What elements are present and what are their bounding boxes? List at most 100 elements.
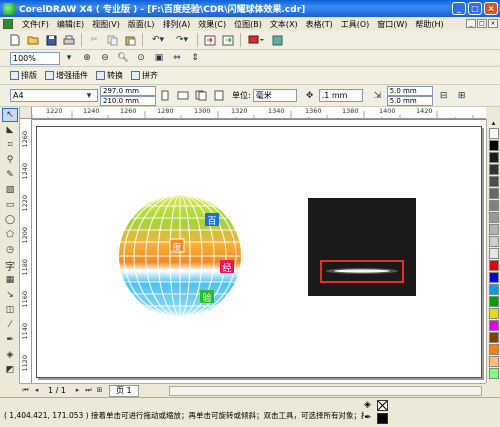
document-icon[interactable] <box>3 19 13 29</box>
pick-tool-icon[interactable]: ↖ <box>2 108 18 122</box>
all-pages-icon[interactable] <box>194 89 208 103</box>
polygon-tool-icon[interactable]: ⬠ <box>2 228 18 242</box>
color-swatch[interactable] <box>489 272 499 283</box>
ruler-origin[interactable] <box>20 107 32 119</box>
table-tool-icon[interactable]: ▦ <box>2 273 18 287</box>
doc-restore-button[interactable]: □ <box>477 19 487 28</box>
zoom-all-icon[interactable]: ⊙ <box>134 51 148 65</box>
menu-bitmaps[interactable]: 位图(B) <box>230 19 266 30</box>
portrait-icon[interactable] <box>158 89 172 103</box>
crop-tool-icon[interactable]: ⌗ <box>2 138 18 152</box>
new-icon[interactable] <box>8 33 22 47</box>
color-swatch[interactable] <box>489 344 499 355</box>
convert-plugin-button[interactable]: 转换 <box>92 68 127 83</box>
menu-view[interactable]: 视图(V) <box>88 19 124 30</box>
basic-shapes-tool-icon[interactable]: ◷ <box>2 243 18 257</box>
doc-minimize-button[interactable]: _ <box>466 19 476 28</box>
color-swatch[interactable] <box>489 200 499 211</box>
duplicate-y-field[interactable]: 5.0 mm <box>386 95 433 106</box>
menu-layout[interactable]: 版面(L) <box>124 19 159 30</box>
menu-arrange[interactable]: 排列(A) <box>159 19 195 30</box>
color-swatch[interactable] <box>489 296 499 307</box>
fill-tool-icon[interactable]: ◈ <box>2 348 18 362</box>
menu-window[interactable]: 窗口(W) <box>373 19 411 30</box>
zoom-out-icon[interactable]: ⊖ <box>98 51 112 65</box>
fill-indicator-icon[interactable]: ◈ <box>364 400 371 410</box>
zoom-in-icon[interactable]: ⊕ <box>80 51 94 65</box>
first-page-icon[interactable]: ⏮ <box>20 386 31 396</box>
vertical-ruler[interactable]: 1260 1240 1220 1200 1180 1160 1140 1120 <box>20 119 32 383</box>
tile-plugin-button[interactable]: 拼齐 <box>127 68 162 83</box>
prev-page-icon[interactable]: ◂ <box>31 386 42 396</box>
interactive-fill-tool-icon[interactable]: ◩ <box>2 363 18 377</box>
paste-icon[interactable] <box>123 33 137 47</box>
open-icon[interactable] <box>26 33 40 47</box>
eyedropper-tool-icon[interactable]: ⁄ <box>2 318 18 332</box>
menu-help[interactable]: 帮助(H) <box>411 19 447 30</box>
align-icon[interactable]: ⊟ <box>437 89 451 103</box>
redo-icon[interactable]: ↷▾ <box>172 33 192 47</box>
smart-fill-tool-icon[interactable]: ▧ <box>2 183 18 197</box>
color-swatch[interactable] <box>489 128 499 139</box>
minimize-button[interactable]: _ <box>452 2 466 15</box>
color-swatch[interactable] <box>489 332 499 343</box>
zoom-width-icon[interactable]: ⇔ <box>170 51 184 65</box>
layout-plugin-button[interactable]: 排版 <box>6 68 41 83</box>
menu-tools[interactable]: 工具(O) <box>337 19 374 30</box>
current-page-icon[interactable] <box>212 89 226 103</box>
last-page-icon[interactable]: ⏭ <box>83 386 94 396</box>
color-swatch[interactable] <box>489 140 499 151</box>
cut-icon[interactable]: ✂ <box>87 33 101 47</box>
ellipse-tool-icon[interactable]: ◯ <box>2 213 18 227</box>
color-swatch[interactable] <box>489 356 499 367</box>
zoom-selected-icon[interactable]: 🔍︎ <box>116 51 130 65</box>
color-swatch[interactable] <box>489 248 499 259</box>
color-swatch[interactable] <box>489 188 499 199</box>
menu-table[interactable]: 表格(T) <box>302 19 337 30</box>
zoom-page-icon[interactable]: ▣ <box>152 51 166 65</box>
rectangle-tool-icon[interactable]: ▭ <box>2 198 18 212</box>
close-button[interactable]: × <box>484 2 498 15</box>
next-page-icon[interactable]: ▸ <box>72 386 83 396</box>
save-icon[interactable] <box>44 33 58 47</box>
color-swatch[interactable] <box>489 236 499 247</box>
text-tool-icon[interactable]: 字 <box>2 258 18 273</box>
horizontal-scrollbar[interactable] <box>168 385 482 396</box>
undo-icon[interactable]: ↶▾ <box>148 33 168 47</box>
color-swatch[interactable] <box>489 212 499 223</box>
page-tab[interactable]: 页 1 <box>108 384 139 397</box>
dimension-tool-icon[interactable]: ↘ <box>2 288 18 302</box>
chevron-down-icon[interactable]: ▾ <box>84 89 94 103</box>
maximize-button[interactable]: □ <box>468 2 482 15</box>
welcome-screen-icon[interactable] <box>270 33 284 47</box>
options-icon[interactable]: ⊞ <box>455 89 469 103</box>
color-swatch[interactable] <box>489 176 499 187</box>
page-width-field[interactable]: 297.0 mm <box>100 85 156 96</box>
copy-icon[interactable] <box>105 33 119 47</box>
zoom-tool-icon[interactable]: ⚲ <box>2 153 18 167</box>
units-select[interactable]: 毫米 <box>252 89 297 102</box>
outline-swatch[interactable] <box>377 413 388 424</box>
export-icon[interactable] <box>221 33 235 47</box>
menu-edit[interactable]: 编辑(E) <box>53 19 88 30</box>
shape-tool-icon[interactable]: ◣ <box>2 123 18 137</box>
color-swatch[interactable] <box>489 224 499 235</box>
add-page-icon[interactable]: ⊞ <box>94 386 105 396</box>
chevron-down-icon[interactable]: ▾ <box>62 51 76 65</box>
interactive-blend-tool-icon[interactable]: ◫ <box>2 303 18 317</box>
menu-effects[interactable]: 效果(C) <box>194 19 230 30</box>
color-swatch[interactable] <box>489 164 499 175</box>
print-icon[interactable] <box>62 33 76 47</box>
outline-indicator-icon[interactable]: ✒ <box>364 413 372 423</box>
freehand-tool-icon[interactable]: ✎ <box>2 168 18 182</box>
horizontal-ruler[interactable]: 1220 1240 1260 1280 1300 1320 1340 1360 … <box>20 107 486 119</box>
page-height-field[interactable]: 210.0 mm <box>100 95 156 106</box>
landscape-icon[interactable] <box>176 89 190 103</box>
nudge-distance-field[interactable]: .1 mm <box>318 89 363 102</box>
menu-file[interactable]: 文件(F) <box>18 19 53 30</box>
fill-swatch[interactable] <box>377 400 388 411</box>
menu-text[interactable]: 文本(X) <box>266 19 302 30</box>
doc-close-button[interactable]: × <box>488 19 498 28</box>
drawing-canvas[interactable]: 百 度 经 验 <box>32 119 486 383</box>
zoom-level-select[interactable]: 100% <box>10 51 60 65</box>
